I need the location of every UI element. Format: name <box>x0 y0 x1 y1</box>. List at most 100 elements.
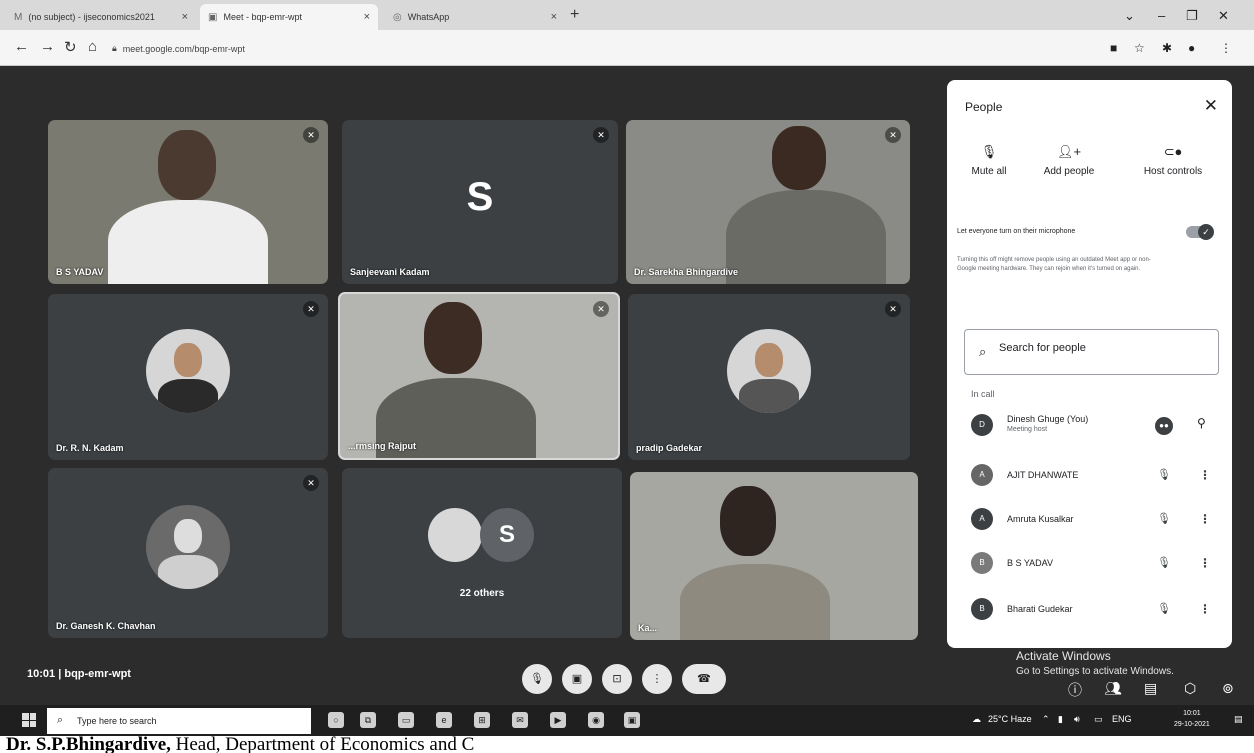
meet-icon: ▣ <box>208 11 218 23</box>
tray-expand-icon[interactable]: ⌃ <box>1042 714 1050 725</box>
tab-close-icon[interactable]: × <box>364 11 370 23</box>
tab-close-icon[interactable]: × <box>551 11 557 23</box>
activities-icon[interactable]: ⬡ <box>1184 680 1196 697</box>
windows-start-icon[interactable] <box>22 713 36 727</box>
avatar: B <box>971 552 993 574</box>
profile-icon[interactable]: ● <box>1188 41 1195 55</box>
tab-gmail[interactable]: M (no subject) - ijseconomics2021 × <box>6 4 196 30</box>
participant-name: Sanjeevani Kadam <box>350 267 430 277</box>
participant-tile[interactable]: Ka... <box>630 472 918 640</box>
host-lock-icon[interactable]: ⊚ <box>1222 680 1234 697</box>
forward-icon[interactable]: → <box>40 38 55 55</box>
present-screen-button[interactable]: ⊡ <box>602 664 632 694</box>
display-icon[interactable]: ▭ <box>1094 714 1103 725</box>
mic-setting-label: Let everyone turn on their microphone <box>957 228 1076 235</box>
url-field[interactable]: 🔒︎ meet.google.com/bqp-emr-wpt <box>112 43 245 54</box>
avatar <box>727 329 811 413</box>
mail-icon[interactable]: ✉ <box>512 712 528 728</box>
participant-name: Amruta Kusalkar <box>1007 514 1074 524</box>
people-search[interactable]: ⌕ <box>964 329 1219 375</box>
notification-icon[interactable]: ▤ <box>1234 714 1243 725</box>
volume-icon[interactable]: 🔊︎ <box>1074 714 1080 725</box>
participant-tile[interactable]: ✕ B S YADAV <box>48 120 328 284</box>
participant-tile[interactable]: S ✕ Sanjeevani Kadam <box>342 120 618 284</box>
more-options-icon[interactable]: ⋮ <box>1199 556 1211 570</box>
tab-whatsapp[interactable]: ◎ WhatsApp × <box>385 4 565 30</box>
reload-icon[interactable]: ↻ <box>64 38 77 56</box>
add-people-button[interactable]: 👤︎+ Add people <box>1029 144 1109 177</box>
taskbar-clock[interactable]: 10:01 29-10-2021 <box>1174 708 1210 730</box>
file-explorer-icon[interactable]: ▭ <box>398 712 414 728</box>
participant-tile[interactable]: ✕ Dr. Ganesh K. Chavhan <box>48 468 328 638</box>
participant-row[interactable]: B Bharati Gudekar 🎙︎ ⋮ <box>971 592 1221 628</box>
language-indicator[interactable]: ENG <box>1112 714 1132 724</box>
url-text: meet.google.com/bqp-emr-wpt <box>122 43 245 54</box>
participant-tile[interactable]: ✕ ...rmsing Rajput <box>338 292 620 460</box>
avatar: D <box>971 414 993 436</box>
chat-icon[interactable]: ▤ <box>1144 680 1157 697</box>
meeting-info-icon[interactable]: ⓘ <box>1068 680 1082 700</box>
search-input[interactable] <box>999 342 1199 354</box>
leave-call-button[interactable]: ☎︎ <box>682 664 726 694</box>
participant-row[interactable]: D Dinesh Ghuge (You) Meeting host ●● ⚲ <box>971 408 1221 444</box>
tab-meet[interactable]: ▣ Meet - bqp-emr-wpt × <box>200 4 378 30</box>
participant-name: Dr. Ganesh K. Chavhan <box>56 621 156 631</box>
more-options-icon[interactable]: ⋮ <box>1199 468 1211 482</box>
participant-row[interactable]: B B S YADAV 🎙︎ ⋮ <box>971 546 1221 582</box>
mic-toggle-button[interactable]: 🎙︎ <box>522 664 552 694</box>
participant-name: Dr. Sarekha Bhingardive <box>634 267 739 277</box>
others-tile[interactable]: S 22 others <box>342 468 622 638</box>
people-icon[interactable]: 👥︎ <box>1104 680 1122 697</box>
back-icon[interactable]: ← <box>14 38 29 55</box>
mic-setting-note: Turning this off might remove people usi… <box>957 257 1151 272</box>
media-app-icon[interactable]: ▶ <box>550 712 566 728</box>
check-icon: ✓ <box>1198 224 1214 240</box>
mute-all-button[interactable]: 🎙︎ Mute all <box>949 144 1029 177</box>
participant-name: ...rmsing Rajput <box>348 441 417 451</box>
tab-close-icon[interactable]: × <box>182 11 188 23</box>
new-tab-button[interactable]: + <box>570 6 579 24</box>
task-view-icon[interactable]: ⧉ <box>360 712 376 728</box>
weather-text[interactable]: 25°C Haze <box>988 714 1032 724</box>
participant-tile[interactable]: ✕ Dr. Sarekha Bhingardive <box>626 120 910 284</box>
cortana-icon[interactable]: ○ <box>328 712 344 728</box>
host-controls-button[interactable]: ⊂● Host controls <box>1133 144 1213 177</box>
camera-toggle-button[interactable]: ▣ <box>562 664 592 694</box>
edge-icon[interactable]: e <box>436 712 452 728</box>
more-options-icon[interactable]: ⋮ <box>1199 602 1211 616</box>
network-icon[interactable]: ▮ <box>1058 714 1063 725</box>
more-options-button[interactable]: ⋮ <box>642 664 672 694</box>
tab-search-icon[interactable]: ⌄ <box>1124 8 1135 24</box>
extensions-icon[interactable]: ✱ <box>1162 41 1172 55</box>
mic-permission-toggle[interactable]: ✓ <box>1186 224 1214 240</box>
close-window-icon[interactable]: ✕ <box>1218 8 1229 24</box>
caption-name: Dr. S.P.Bhingardive, <box>6 734 171 753</box>
participant-row[interactable]: A AJIT DHANWATE 🎙︎ ⋮ <box>971 458 1221 494</box>
avatar: A <box>971 464 993 486</box>
others-count: 22 others <box>459 588 505 599</box>
more-options-icon[interactable]: ⋮ <box>1199 512 1211 526</box>
participant-tile[interactable]: ✕ Dr. R. N. Kadam <box>48 294 328 460</box>
minimize-icon[interactable]: – <box>1158 8 1165 23</box>
gmail-icon: M <box>14 11 23 23</box>
participant-row[interactable]: A Amruta Kusalkar 🎙︎ ⋮ <box>971 502 1221 538</box>
menu-kebab-icon[interactable]: ⋮ <box>1220 41 1232 55</box>
app-icon[interactable]: ▣ <box>624 712 640 728</box>
camera-icon[interactable]: ■ <box>1110 41 1117 55</box>
close-icon[interactable]: ✕ <box>1204 96 1218 116</box>
home-icon[interactable]: ⌂ <box>88 38 97 55</box>
avatar <box>146 505 230 589</box>
chrome-icon[interactable]: ◉ <box>588 712 604 728</box>
address-bar-area: ← → ↻ ⌂ 🔒︎ meet.google.com/bqp-emr-wpt ■… <box>0 30 1254 66</box>
restore-icon[interactable]: ❐ <box>1186 8 1198 24</box>
mic-off-icon: ✕ <box>593 127 609 143</box>
mic-off-icon: ✕ <box>885 301 901 317</box>
taskbar-search[interactable]: ⌕ Type here to search <box>47 708 311 734</box>
participant-tile[interactable]: ✕ pradip Gadekar <box>628 294 910 460</box>
host-badge-icon: ●● <box>1155 417 1173 435</box>
add-person-icon: 👤︎+ <box>1056 144 1082 159</box>
store-icon[interactable]: ⊞ <box>474 712 490 728</box>
pin-icon[interactable]: ⚲ <box>1197 416 1206 430</box>
meeting-separator: | <box>58 668 62 680</box>
bookmark-star-icon[interactable]: ☆ <box>1134 41 1145 55</box>
